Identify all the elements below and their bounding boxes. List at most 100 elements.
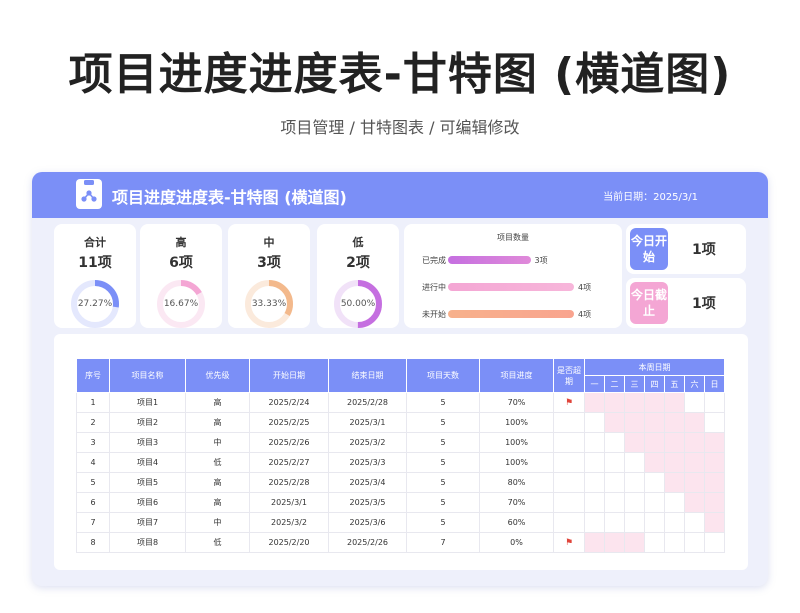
weekday-header: 一 bbox=[584, 375, 605, 393]
cell-end: 2025/3/6 bbox=[328, 512, 407, 533]
today-end-value: 1项 bbox=[692, 296, 716, 312]
cell-start: 2025/2/27 bbox=[249, 452, 329, 473]
today-end-badge: 今日截止 bbox=[630, 282, 668, 324]
cell-days: 5 bbox=[406, 432, 480, 453]
gantt-empty-cell bbox=[584, 512, 605, 533]
gantt-empty-cell bbox=[604, 472, 625, 493]
weekday-header: 六 bbox=[684, 375, 705, 393]
clipboard-icon bbox=[76, 179, 102, 209]
bar-not-started bbox=[448, 310, 574, 318]
cell-end: 2025/2/28 bbox=[328, 392, 407, 413]
cell-days: 7 bbox=[406, 532, 480, 553]
gantt-empty-cell bbox=[584, 452, 605, 473]
bar-label-not-started: 未开始 bbox=[422, 310, 446, 319]
table-row: 1 项目1 高 2025/2/24 2025/2/28 5 70% ⚑ bbox=[76, 392, 725, 413]
gantt-empty-cell bbox=[664, 512, 685, 533]
col-header-overdue: 是否超期 bbox=[553, 358, 585, 393]
cell-priority: 高 bbox=[185, 392, 250, 413]
gantt-empty-cell bbox=[684, 392, 705, 413]
table-row: 6 项目6 高 2025/3/1 2025/3/5 5 70% bbox=[76, 492, 725, 513]
col-header-name: 项目名称 bbox=[109, 358, 186, 393]
cell-no: 7 bbox=[76, 512, 110, 533]
cell-days: 5 bbox=[406, 492, 480, 513]
bar-value-completed: 3项 bbox=[534, 256, 548, 265]
cell-priority: 高 bbox=[185, 472, 250, 493]
gantt-bar-cell bbox=[704, 432, 725, 453]
gantt-table: 序号 项目名称 优先级 开始日期 结束日期 项目天数 项目进度 是否超期 本周日… bbox=[76, 358, 725, 553]
gantt-bar-cell bbox=[664, 432, 685, 453]
cell-progress: 70% bbox=[479, 392, 554, 413]
current-date-label: 当前日期： bbox=[603, 192, 654, 203]
col-header-week: 本周日期 bbox=[584, 358, 725, 376]
cell-progress: 70% bbox=[479, 492, 554, 513]
cell-name: 项目4 bbox=[109, 452, 186, 473]
gantt-empty-cell bbox=[584, 412, 605, 433]
gantt-bar-cell bbox=[624, 432, 645, 453]
gantt-empty-cell bbox=[604, 432, 625, 453]
cell-start: 2025/2/26 bbox=[249, 432, 329, 453]
stat-card-low: 低 2项 50.00% bbox=[317, 224, 399, 328]
cell-name: 项目2 bbox=[109, 412, 186, 433]
cell-overdue: ⚑ bbox=[553, 532, 585, 553]
gantt-bar-cell bbox=[664, 392, 685, 413]
gantt-empty-cell bbox=[704, 412, 725, 433]
gantt-bar-cell bbox=[684, 492, 705, 513]
cell-days: 5 bbox=[406, 472, 480, 493]
gantt-empty-cell bbox=[684, 512, 705, 533]
page-subtitle: 项目管理 / 甘特图表 / 可编辑修改 bbox=[280, 118, 520, 137]
project-count-chart: 项目数量 已完成 3项 进行中 4项 未开始 4项 bbox=[404, 224, 622, 328]
gantt-empty-cell bbox=[604, 492, 625, 513]
cell-overdue bbox=[553, 512, 585, 533]
stat-card-medium: 中 3项 33.33% bbox=[228, 224, 310, 328]
gantt-empty-cell bbox=[624, 492, 645, 513]
cell-start: 2025/2/28 bbox=[249, 472, 329, 493]
col-header-days: 项目天数 bbox=[406, 358, 480, 393]
gantt-bar-cell bbox=[684, 412, 705, 433]
today-start-card: 今日开始 1项 bbox=[626, 224, 746, 274]
gantt-bar-cell bbox=[584, 392, 605, 413]
cell-overdue bbox=[553, 452, 585, 473]
today-end-card: 今日截止 1项 bbox=[626, 278, 746, 328]
weekday-header: 五 bbox=[664, 375, 685, 393]
cell-name: 项目7 bbox=[109, 512, 186, 533]
cell-end: 2025/3/1 bbox=[328, 412, 407, 433]
cell-name: 项目5 bbox=[109, 472, 186, 493]
col-header-no: 序号 bbox=[76, 358, 110, 393]
stat-label: 低 bbox=[352, 236, 364, 249]
gantt-bar-cell bbox=[584, 532, 605, 553]
gantt-bar-cell bbox=[644, 412, 665, 433]
cell-start: 2025/2/24 bbox=[249, 392, 329, 413]
gantt-table-card: 序号 项目名称 优先级 开始日期 结束日期 项目天数 项目进度 是否超期 本周日… bbox=[54, 334, 748, 570]
cell-overdue bbox=[553, 412, 585, 433]
gantt-bar-cell bbox=[664, 472, 685, 493]
gantt-bar-cell bbox=[664, 452, 685, 473]
weekday-header: 日 bbox=[704, 375, 725, 393]
cell-no: 8 bbox=[76, 532, 110, 553]
chart-title: 项目数量 bbox=[497, 233, 529, 242]
gantt-empty-cell bbox=[684, 532, 705, 553]
stat-card-total: 合计 11项 27.27% bbox=[54, 224, 136, 328]
cell-name: 项目8 bbox=[109, 532, 186, 553]
gantt-bar-cell bbox=[604, 532, 625, 553]
stat-percent: 50.00% bbox=[340, 299, 376, 309]
gantt-bar-cell bbox=[704, 452, 725, 473]
cell-no: 4 bbox=[76, 452, 110, 473]
cell-overdue: ⚑ bbox=[553, 392, 585, 413]
gantt-empty-cell bbox=[664, 532, 685, 553]
table-row: 8 项目8 低 2025/2/20 2025/2/26 7 0% ⚑ bbox=[76, 532, 725, 553]
gantt-empty-cell bbox=[644, 492, 665, 513]
panel-title: 项目进度进度表-甘特图 (横道图) bbox=[112, 188, 347, 207]
gantt-empty-cell bbox=[644, 512, 665, 533]
stat-count: 2项 bbox=[346, 255, 370, 271]
gantt-bar-cell bbox=[624, 392, 645, 413]
cell-priority: 高 bbox=[185, 412, 250, 433]
col-header-priority: 优先级 bbox=[185, 358, 250, 393]
gantt-body: 1 项目1 高 2025/2/24 2025/2/28 5 70% ⚑ 2 项目2 高 2025/2/… bbox=[76, 392, 725, 553]
cell-no: 6 bbox=[76, 492, 110, 513]
bar-label-completed: 已完成 bbox=[422, 256, 446, 265]
cell-start: 2025/2/25 bbox=[249, 412, 329, 433]
cell-name: 项目3 bbox=[109, 432, 186, 453]
cell-end: 2025/3/4 bbox=[328, 472, 407, 493]
gantt-empty-cell bbox=[644, 472, 665, 493]
gantt-bar-cell bbox=[644, 392, 665, 413]
